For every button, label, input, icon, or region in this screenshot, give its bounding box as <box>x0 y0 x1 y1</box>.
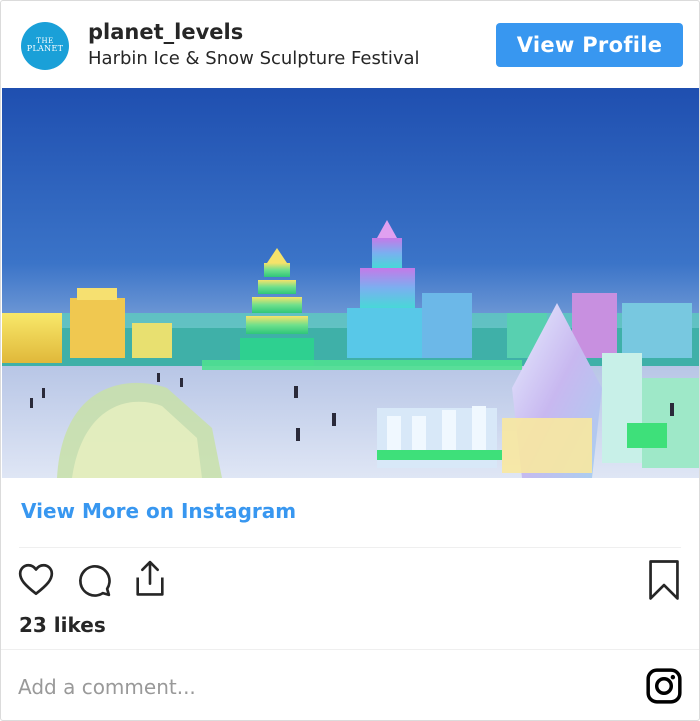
avatar[interactable]: THE PLANET <box>21 22 69 70</box>
instagram-embed-card: THE PLANET planet_levels Harbin Ice & Sn… <box>0 0 700 721</box>
post-image[interactable] <box>2 88 699 478</box>
view-more-on-instagram-link[interactable]: View More on Instagram <box>21 499 296 523</box>
like-count[interactable]: 23 likes <box>19 613 106 637</box>
avatar-text-bottom: PLANET <box>26 44 64 54</box>
comment-bubble-icon[interactable] <box>75 561 113 603</box>
divider-comments <box>1 649 699 650</box>
share-icon[interactable] <box>131 559 169 603</box>
username[interactable]: planet_levels <box>88 20 243 44</box>
bookmark-icon[interactable] <box>647 559 681 605</box>
action-bar <box>1 557 699 603</box>
post-header: THE PLANET planet_levels Harbin Ice & Sn… <box>1 1 699 87</box>
location[interactable]: Harbin Ice & Snow Sculpture Festival <box>88 48 420 69</box>
heart-icon[interactable] <box>17 561 55 601</box>
view-profile-button[interactable]: View Profile <box>496 23 683 67</box>
comment-input[interactable] <box>18 671 618 703</box>
divider <box>19 547 681 548</box>
instagram-icon[interactable] <box>645 667 683 709</box>
ice-festival-image <box>2 88 699 478</box>
